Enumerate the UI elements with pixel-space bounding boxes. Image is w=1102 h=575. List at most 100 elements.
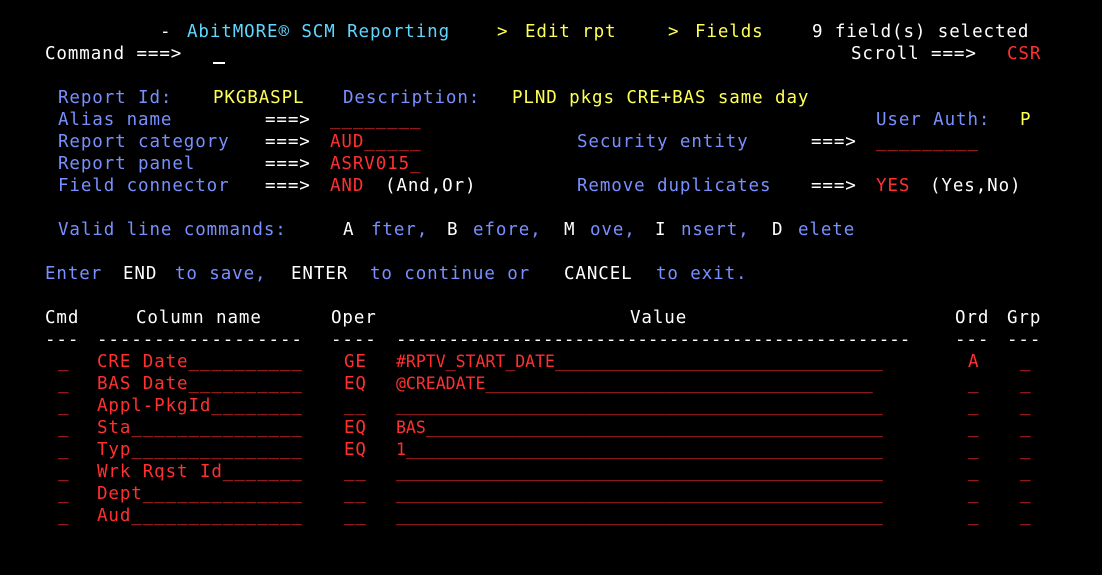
row-cmd-input[interactable]: _ <box>58 417 69 439</box>
instr-cancel-key: CANCEL <box>564 264 633 284</box>
row-oper-input[interactable]: __ <box>344 483 367 505</box>
row-grp-input[interactable]: _ <box>1020 461 1031 483</box>
line-cmd-m-text: ove, <box>590 220 636 240</box>
row-value-input[interactable]: 1_______________________________________… <box>396 439 883 461</box>
user-auth-value: P <box>1020 110 1032 130</box>
divider-grp: --- <box>1007 330 1042 350</box>
col-header-ord: Ord <box>955 308 990 328</box>
breadcrumb-fields: Fields <box>695 22 764 42</box>
breadcrumb-sep-1: > <box>497 22 509 42</box>
line-cmd-d-text: elete <box>798 220 856 240</box>
row-column-name[interactable]: Typ_______________ <box>97 439 303 461</box>
row-oper-input[interactable]: __ <box>344 395 367 417</box>
divider-ord: --- <box>955 330 990 350</box>
row-oper-input[interactable]: __ <box>344 461 367 483</box>
row-value-input[interactable]: BAS_____________________________________… <box>396 417 883 439</box>
divider-cmd: --- <box>45 330 80 350</box>
row-ord-input[interactable]: A <box>968 351 979 373</box>
report-id-label: Report Id: <box>58 88 173 108</box>
description-value: PLND pkgs CRE+BAS same day <box>512 88 810 108</box>
row-grp-input[interactable]: _ <box>1020 351 1031 373</box>
row-column-name[interactable]: Sta_______________ <box>97 417 303 439</box>
row-column-name[interactable]: Aud_______________ <box>97 505 303 527</box>
col-header-oper: Oper <box>331 308 377 328</box>
line-cmd-i-text: nsert, <box>681 220 750 240</box>
line-cmd-a-text: fter, <box>371 220 429 240</box>
row-value-input[interactable]: ________________________________________… <box>396 483 883 505</box>
row-oper-input[interactable]: GE <box>344 351 367 373</box>
row-value-input[interactable]: ________________________________________… <box>396 505 883 527</box>
row-grp-input[interactable]: _ <box>1020 395 1031 417</box>
row-grp-input[interactable]: _ <box>1020 483 1031 505</box>
row-cmd-input[interactable]: _ <box>58 483 69 505</box>
field-connector-hint: (And,Or) <box>385 176 477 196</box>
divider-column: ------------------ <box>97 330 303 350</box>
line-commands-label: Valid line commands: <box>58 220 287 240</box>
instr-to-continue: to continue or <box>370 264 531 284</box>
row-column-name[interactable]: BAS Date__________ <box>97 373 303 395</box>
alias-arrow: ===> <box>265 110 311 130</box>
row-cmd-input[interactable]: _ <box>58 505 69 527</box>
row-value-input[interactable]: @CREADATE_______________________________… <box>396 373 873 395</box>
row-value-input[interactable]: #RPTV_START_DATE________________________… <box>396 351 883 373</box>
remove-duplicates-hint: (Yes,No) <box>930 176 1022 196</box>
row-ord-input[interactable]: _ <box>968 483 979 505</box>
row-cmd-input[interactable]: _ <box>58 461 69 483</box>
col-header-column-name: Column name <box>136 308 262 328</box>
field-connector-label: Field connector <box>58 176 230 196</box>
product-name: AbitMORE® SCM Reporting <box>187 22 451 42</box>
report-panel-input[interactable]: ASRV015_ <box>330 153 422 175</box>
row-column-name[interactable]: Dept______________ <box>97 483 303 505</box>
report-id-value: PKGBASPL <box>213 88 305 108</box>
security-entity-input[interactable]: _________ <box>876 131 979 153</box>
row-ord-input[interactable]: _ <box>968 373 979 395</box>
line-cmd-b-text: efore, <box>473 220 542 240</box>
remove-duplicates-input[interactable]: YES <box>876 175 910 197</box>
line-cmd-i-key: I <box>655 220 667 240</box>
row-value-input[interactable]: ________________________________________… <box>396 461 883 483</box>
col-header-cmd: Cmd <box>45 308 80 328</box>
divider-oper: ---- <box>331 330 377 350</box>
report-category-input[interactable]: AUD_____ <box>330 131 422 153</box>
instr-enter: Enter <box>45 264 103 284</box>
row-ord-input[interactable]: _ <box>968 505 979 527</box>
row-ord-input[interactable]: _ <box>968 461 979 483</box>
connector-arrow: ===> <box>265 176 311 196</box>
row-oper-input[interactable]: __ <box>344 505 367 527</box>
row-oper-input[interactable]: EQ <box>344 417 367 439</box>
row-column-name[interactable]: CRE Date__________ <box>97 351 303 373</box>
remove-dup-arrow: ===> <box>811 176 857 196</box>
row-grp-input[interactable]: _ <box>1020 439 1031 461</box>
alias-name-input[interactable]: ________ <box>330 109 422 131</box>
instr-end-key: END <box>123 264 158 284</box>
row-cmd-input[interactable]: _ <box>58 351 69 373</box>
selected-count-status: 9 field(s) selected <box>812 22 1030 42</box>
breadcrumb-sep-2: > <box>668 22 680 42</box>
row-column-name[interactable]: Appl-PkgId________ <box>97 395 303 417</box>
row-grp-input[interactable]: _ <box>1020 373 1031 395</box>
instr-to-exit: to exit. <box>656 264 748 284</box>
row-cmd-input[interactable]: _ <box>58 395 69 417</box>
row-cmd-input[interactable]: _ <box>58 439 69 461</box>
row-grp-input[interactable]: _ <box>1020 505 1031 527</box>
header-dash: - <box>160 22 172 42</box>
terminal-screen: - AbitMORE® SCM Reporting > Edit rpt > F… <box>0 0 1102 575</box>
field-connector-input[interactable]: AND <box>330 175 364 197</box>
row-ord-input[interactable]: _ <box>968 439 979 461</box>
row-value-input[interactable]: ________________________________________… <box>396 395 883 417</box>
line-cmd-a-key: A <box>343 220 355 240</box>
command-label: Command ===> <box>45 44 183 64</box>
row-cmd-input[interactable]: _ <box>58 373 69 395</box>
instr-to-save: to save, <box>175 264 267 284</box>
remove-duplicates-label: Remove duplicates <box>577 176 772 196</box>
row-ord-input[interactable]: _ <box>968 417 979 439</box>
row-column-name[interactable]: Wrk Rqst Id_______ <box>97 461 303 483</box>
row-ord-input[interactable]: _ <box>968 395 979 417</box>
row-oper-input[interactable]: EQ <box>344 373 367 395</box>
report-category-label: Report category <box>58 132 230 152</box>
scroll-input[interactable]: CSR <box>1007 43 1041 65</box>
scroll-label: Scroll ===> <box>851 44 977 64</box>
divider-value: ----------------------------------------… <box>396 330 911 350</box>
row-oper-input[interactable]: EQ <box>344 439 367 461</box>
row-grp-input[interactable]: _ <box>1020 417 1031 439</box>
